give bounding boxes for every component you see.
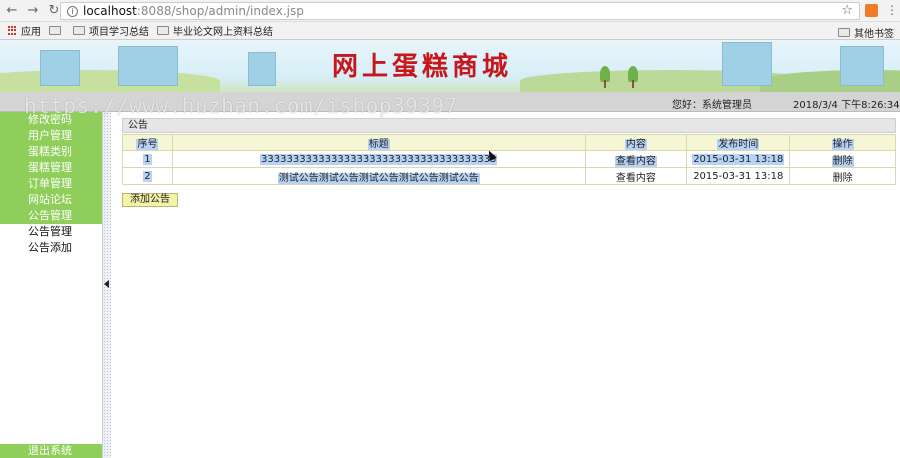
info-icon[interactable]: i <box>67 5 78 17</box>
bookmark-folder[interactable] <box>49 26 65 35</box>
bookmarks-bar: 应用 项目学习总结 毕业论文网上资料总结 其他书签 <box>0 22 900 40</box>
folder-icon <box>157 26 169 35</box>
browser-menu-icon[interactable]: ⋮ <box>886 3 898 17</box>
cell-no: 2 <box>122 167 173 185</box>
main-content: 公告 序号 标题 内容 发布时间 操作 1 333333333333333333… <box>122 118 896 207</box>
bookmark-label: 应用 <box>21 27 41 38</box>
hill-decoration <box>0 70 220 92</box>
table-header-row: 序号 标题 内容 发布时间 操作 <box>122 134 896 151</box>
sidebar-subitem-announcement-manage[interactable]: 公告管理 <box>0 224 102 240</box>
bookmark-folder-thesis[interactable]: 毕业论文网上资料总结 <box>157 23 273 38</box>
column-header: 操作 <box>789 134 896 151</box>
greeting-text: 您好：系统管理员 <box>672 100 752 111</box>
forward-icon[interactable]: → <box>24 2 42 20</box>
cell-time: 2015-03-31 13:18 <box>686 150 791 168</box>
table-row: 2 测试公告测试公告测试公告测试公告测试公告 查看内容 2015-03-31 1… <box>122 167 896 185</box>
sidebar-item-forum[interactable]: 网站论坛 <box>0 192 102 208</box>
tree-decoration <box>632 80 634 88</box>
bookmark-other[interactable]: 其他书签 <box>838 25 894 40</box>
cell-title: 3333333333333333333333333333333333333 <box>171 150 586 168</box>
sidebar: 修改密码 用户管理 蛋糕类别 蛋糕管理 订单管理 网站论坛 公告管理 公告管理 … <box>0 112 102 458</box>
collapse-arrow-icon[interactable] <box>104 280 109 288</box>
admin-topbar: 您好：系统管理员 2018/3/4 下午8:26:34 <box>0 92 900 112</box>
column-header: 序号 <box>122 134 173 151</box>
building-decoration <box>40 50 80 86</box>
site-banner: 网上蛋糕商城 <box>0 40 900 92</box>
cell-title: 测试公告测试公告测试公告测试公告测试公告 <box>171 167 586 185</box>
back-icon[interactable]: ← <box>3 2 21 20</box>
url-path: :8088/shop/admin/index.jsp <box>136 4 304 18</box>
datetime-text: 2018/3/4 下午8:26:34 <box>793 100 900 111</box>
bookmark-star-icon[interactable]: ☆ <box>841 3 853 18</box>
sidebar-item-change-password[interactable]: 修改密码 <box>0 112 102 128</box>
cell-time: 2015-03-31 13:18 <box>686 167 791 185</box>
panel-title: 公告 <box>122 118 896 133</box>
column-header: 标题 <box>171 134 586 151</box>
bookmark-folder-project[interactable]: 项目学习总结 <box>73 23 149 38</box>
sidebar-item-orders[interactable]: 订单管理 <box>0 176 102 192</box>
site-title: 网上蛋糕商城 <box>332 52 513 82</box>
browser-toolbar: ← → ↻ i localhost :8088/shop/admin/index… <box>0 0 900 22</box>
sidebar-splitter[interactable] <box>102 112 111 458</box>
sidebar-item-cakes[interactable]: 蛋糕管理 <box>0 160 102 176</box>
extension-icon[interactable] <box>865 4 878 17</box>
add-announcement-button[interactable]: 添加公告 <box>122 193 178 207</box>
folder-icon <box>838 28 850 37</box>
sidebar-item-logout[interactable]: 退出系统 <box>0 444 102 458</box>
sidebar-item-users[interactable]: 用户管理 <box>0 128 102 144</box>
building-decoration <box>248 52 276 86</box>
cell-no: 1 <box>122 150 173 168</box>
delete-link[interactable]: 删除 <box>789 167 896 185</box>
view-content-link[interactable]: 查看内容 <box>584 167 688 185</box>
bookmark-label: 其他书签 <box>854 29 894 40</box>
bookmark-label: 毕业论文网上资料总结 <box>173 27 273 38</box>
sidebar-item-announcements[interactable]: 公告管理 <box>0 208 102 224</box>
folder-icon <box>73 26 85 35</box>
folder-icon <box>49 26 61 35</box>
url-host: localhost <box>83 4 137 18</box>
building-decoration <box>118 46 178 86</box>
tree-decoration <box>604 80 606 88</box>
table-row: 1 3333333333333333333333333333333333333 … <box>122 150 896 168</box>
announcement-table: 序号 标题 内容 发布时间 操作 1 333333333333333333333… <box>122 134 896 185</box>
column-header: 内容 <box>584 134 688 151</box>
view-content-link[interactable]: 查看内容 <box>584 150 688 168</box>
address-bar[interactable]: i localhost :8088/shop/admin/index.jsp ☆ <box>60 2 860 20</box>
sidebar-item-cake-categories[interactable]: 蛋糕类别 <box>0 144 102 160</box>
building-decoration <box>722 42 772 86</box>
sidebar-subitem-announcement-add[interactable]: 公告添加 <box>0 240 102 256</box>
delete-link[interactable]: 删除 <box>789 150 896 168</box>
building-decoration <box>840 46 884 86</box>
bookmark-label: 项目学习总结 <box>89 27 149 38</box>
apps-icon <box>8 25 18 36</box>
column-header: 发布时间 <box>686 134 791 151</box>
bookmark-apps[interactable]: 应用 <box>8 23 41 38</box>
